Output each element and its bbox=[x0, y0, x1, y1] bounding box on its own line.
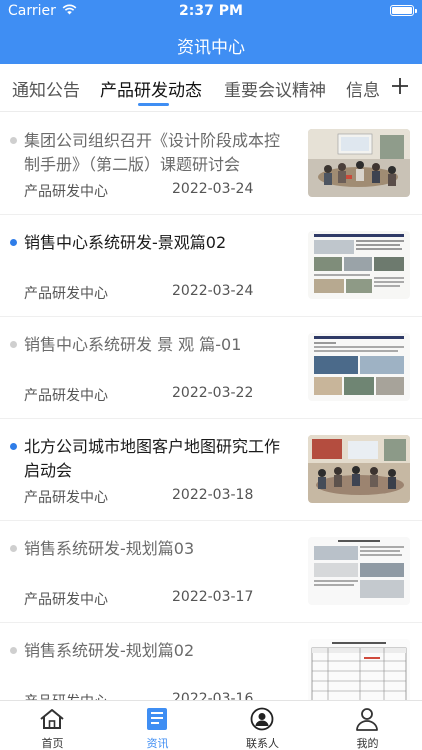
article-date: 2022-03-18 bbox=[172, 487, 254, 503]
read-indicator bbox=[10, 137, 17, 144]
add-tab-button[interactable] bbox=[386, 72, 414, 100]
app-header: Carrier 2:37 PM 资讯中心 bbox=[0, 0, 422, 64]
article-source: 产品研发中心 bbox=[24, 184, 108, 200]
article-thumbnail bbox=[308, 231, 410, 299]
article-date: 2022-03-16 bbox=[172, 691, 254, 700]
unread-indicator bbox=[10, 443, 17, 450]
tabbar-label: 联系人 bbox=[246, 737, 279, 750]
article-title: 销售中心系统研发-景观篇02 bbox=[24, 233, 227, 252]
tab-meetings[interactable]: 重要会议精神 bbox=[224, 76, 326, 101]
article-title: 销售系统研发-规划篇02 bbox=[24, 641, 195, 660]
tabbar-label: 资讯 bbox=[146, 737, 169, 750]
tabbar-item-news[interactable]: 资讯 bbox=[105, 701, 210, 750]
article-item[interactable]: 集团公司组织召开《设计阶段成本控制手册》（第二版）课题研讨会 产品研发中心 20… bbox=[0, 113, 422, 215]
tabbar-label: 首页 bbox=[41, 737, 64, 750]
article-list: 集团公司组织召开《设计阶段成本控制手册》（第二版）课题研讨会 产品研发中心 20… bbox=[0, 113, 422, 700]
article-source: 产品研发中心 bbox=[24, 490, 108, 506]
tab-product-rd[interactable]: 产品研发动态 bbox=[100, 76, 202, 101]
tab-info[interactable]: 信息 bbox=[346, 76, 380, 101]
bottom-tab-bar: 首页 资讯 联系人 我的 bbox=[0, 700, 422, 750]
tab-notices[interactable]: 通知公告 bbox=[12, 76, 80, 101]
tabbar-label: 我的 bbox=[356, 737, 379, 750]
article-item[interactable]: 销售系统研发-规划篇02 产品研发中心 2022-03-16 bbox=[0, 623, 422, 700]
tabbar-item-profile[interactable]: 我的 bbox=[315, 701, 420, 750]
read-indicator bbox=[10, 545, 17, 552]
article-date: 2022-03-17 bbox=[172, 589, 254, 605]
article-date: 2022-03-24 bbox=[172, 181, 254, 197]
read-indicator bbox=[10, 341, 17, 348]
unread-indicator bbox=[10, 239, 17, 246]
article-source: 产品研发中心 bbox=[24, 592, 108, 608]
article-thumbnail bbox=[308, 435, 410, 503]
article-source: 产品研发中心 bbox=[24, 691, 108, 700]
article-thumbnail bbox=[308, 333, 410, 401]
article-item[interactable]: 销售系统研发-规划篇03 产品研发中心 2022-03-17 bbox=[0, 521, 422, 623]
battery-icon bbox=[390, 5, 417, 16]
active-tab-indicator bbox=[138, 103, 169, 106]
article-thumbnail bbox=[308, 129, 410, 197]
article-thumbnail bbox=[308, 537, 410, 605]
home-icon bbox=[38, 707, 66, 731]
plus-icon bbox=[392, 78, 408, 94]
status-bar: Carrier 2:37 PM bbox=[0, 0, 422, 22]
article-title: 销售中心系统研发 景 观 篇-01 bbox=[24, 335, 242, 354]
article-source: 产品研发中心 bbox=[24, 388, 108, 404]
article-item[interactable]: 销售中心系统研发 景 观 篇-01 产品研发中心 2022-03-22 bbox=[0, 317, 422, 419]
tabbar-item-home[interactable]: 首页 bbox=[0, 701, 105, 750]
article-title: 北方公司城市地图客户地图研究工作启动会 bbox=[24, 437, 281, 480]
article-title: 集团公司组织召开《设计阶段成本控制手册》（第二版）课题研讨会 bbox=[24, 131, 281, 174]
read-indicator bbox=[10, 647, 17, 654]
tabbar-item-contacts[interactable]: 联系人 bbox=[210, 701, 315, 750]
profile-icon bbox=[353, 707, 381, 731]
article-item[interactable]: 销售中心系统研发-景观篇02 产品研发中心 2022-03-24 bbox=[0, 215, 422, 317]
article-title: 销售系统研发-规划篇03 bbox=[24, 539, 195, 558]
article-date: 2022-03-22 bbox=[172, 385, 254, 401]
clock: 2:37 PM bbox=[179, 3, 243, 19]
article-source: 产品研发中心 bbox=[24, 286, 108, 302]
article-thumbnail bbox=[308, 639, 410, 700]
page-title: 资讯中心 bbox=[177, 38, 245, 58]
article-item[interactable]: 北方公司城市地图客户地图研究工作启动会 产品研发中心 2022-03-18 bbox=[0, 419, 422, 521]
contacts-icon bbox=[248, 707, 276, 731]
category-tabs: 通知公告 产品研发动态 重要会议精神 信息 bbox=[0, 64, 422, 112]
article-date: 2022-03-24 bbox=[172, 283, 254, 299]
news-icon bbox=[143, 707, 171, 731]
